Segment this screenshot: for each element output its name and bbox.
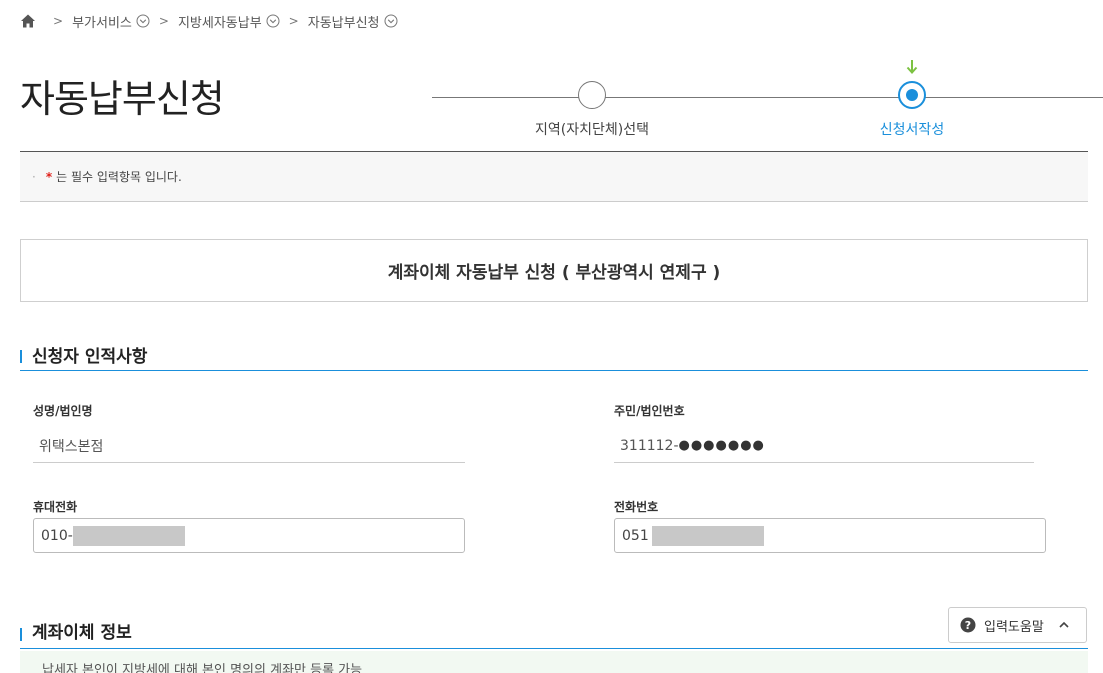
step-line xyxy=(432,97,1103,98)
mobile-input[interactable]: 010- xyxy=(33,518,465,553)
breadcrumb-separator: > xyxy=(53,14,64,28)
section-title: 계좌이체 정보 xyxy=(32,623,132,643)
mobile-value: 010- xyxy=(41,527,73,544)
chevron-down-icon xyxy=(266,14,280,28)
breadcrumb: > 부가서비스 > 지방세자동납부 > 자동납부신청 xyxy=(20,11,398,31)
page-title: 자동납부신청 xyxy=(20,77,225,121)
arrow-down-icon xyxy=(906,60,918,74)
phone-input[interactable]: 051 xyxy=(614,518,1046,553)
breadcrumb-label: 지방세자동납부 xyxy=(177,15,262,31)
home-icon[interactable] xyxy=(20,13,36,29)
required-notice: · * 는 필수 입력항목 입니다. xyxy=(20,152,1088,202)
redacted-block xyxy=(72,525,185,546)
transfer-section-header: 계좌이체 정보 xyxy=(20,612,1088,649)
name-label: 성명/법인명 xyxy=(33,404,93,418)
breadcrumb-separator: > xyxy=(288,14,299,28)
section-title: 신청자 인적사항 xyxy=(32,347,148,367)
chevron-up-icon xyxy=(1059,621,1069,628)
breadcrumb-separator: > xyxy=(158,14,169,28)
transfer-note-text: 납세자 본인이 지방세에 대해 본인 명의의 계좌만 등록 가능 xyxy=(42,663,363,673)
breadcrumb-label: 부가서비스 xyxy=(72,15,132,31)
required-mark: * xyxy=(45,169,53,184)
name-field: 위택스본점 xyxy=(33,429,465,463)
redacted-block xyxy=(651,525,764,546)
name-value: 위택스본점 xyxy=(39,438,104,455)
svg-text:?: ? xyxy=(965,619,971,632)
transfer-note: 납세자 본인이 지방세에 대해 본인 명의의 계좌만 등록 가능 xyxy=(20,651,1088,673)
section-bar xyxy=(20,350,22,363)
step-circle xyxy=(578,81,606,109)
banner-text: 계좌이체 자동납부 신청 ( 부산광역시 연제구 ) xyxy=(387,263,721,283)
mobile-label: 휴대전화 xyxy=(33,500,78,514)
phone-label: 전화번호 xyxy=(614,500,659,514)
breadcrumb-label: 자동납부신청 xyxy=(307,15,380,31)
id-number-prefix: 311112- xyxy=(620,437,679,454)
step-label: 지역(자치단체)선택 xyxy=(535,122,649,138)
application-banner: 계좌이체 자동납부 신청 ( 부산광역시 연제구 ) xyxy=(20,239,1088,302)
notice-text: 는 필수 입력항목 입니다. xyxy=(56,170,182,184)
chevron-down-icon xyxy=(136,14,150,28)
chevron-down-icon xyxy=(384,14,397,28)
input-help-button[interactable]: ? 입력도움말 xyxy=(948,607,1087,643)
step-circle-current xyxy=(898,81,926,109)
breadcrumb-item-autopay-application[interactable]: 자동납부신청 xyxy=(308,12,398,31)
id-number-label: 주민/법인번호 xyxy=(614,404,685,418)
bullet: · xyxy=(32,169,36,184)
breadcrumb-item-local-tax-autopay[interactable]: 지방세자동납부 xyxy=(178,12,280,31)
phone-value: 051 xyxy=(622,527,649,544)
id-number-field: 311112- ●●●●●●● xyxy=(614,429,1034,463)
breadcrumb-item-additional-services[interactable]: 부가서비스 xyxy=(72,12,150,31)
step-indicator: 지역(자치단체)선택 신청서작성 xyxy=(432,56,1103,156)
help-label: 입력도움말 xyxy=(984,618,1044,634)
section-bar xyxy=(20,628,22,641)
id-number-masked: ●●●●●●● xyxy=(678,438,765,453)
applicant-section-header: 신청자 인적사항 xyxy=(20,337,1088,371)
question-icon: ? xyxy=(960,617,976,633)
step-label: 신청서작성 xyxy=(879,122,945,138)
